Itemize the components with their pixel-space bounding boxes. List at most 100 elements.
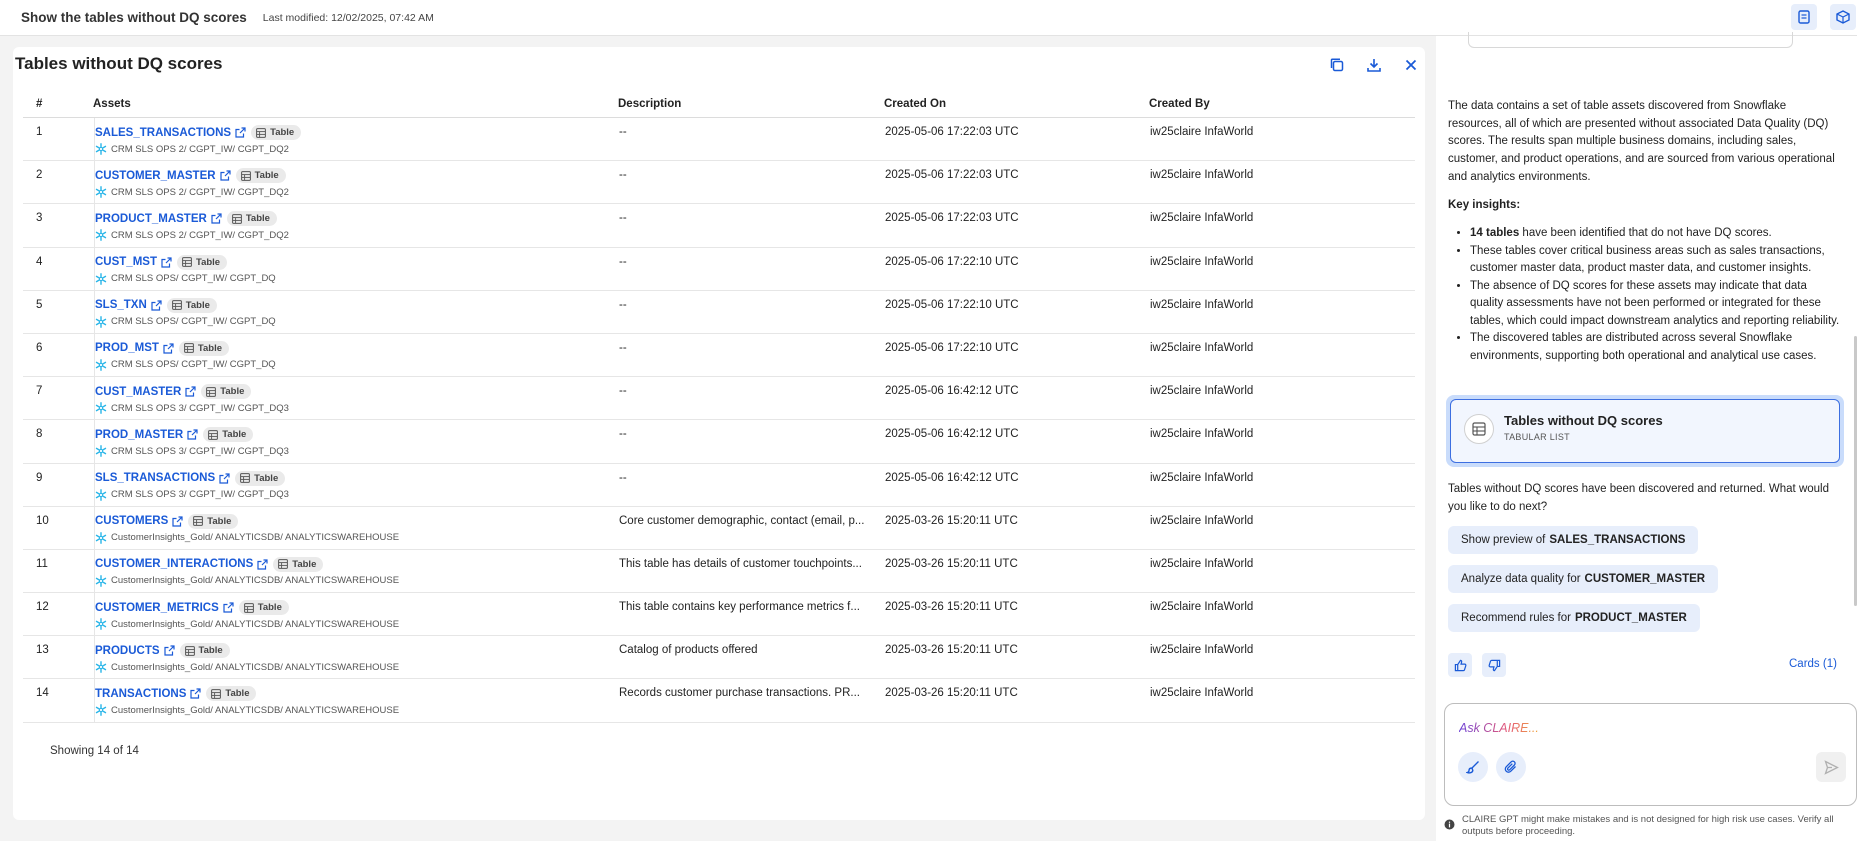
row-number: 1 [36, 126, 43, 138]
asset-link[interactable]: CUSTOMER_MASTER [95, 170, 216, 182]
table-row[interactable]: 11 CUSTOMER_INTERACTIONS Table CustomerInsi… [23, 549, 1415, 594]
asset-link[interactable]: CUST_MST [95, 256, 157, 268]
created-on-cell: 2025-05-06 17:22:10 UTC [885, 341, 1019, 354]
asset-path: CRM SLS OPS 3/ CGPT_IW/ CGPT_DQ3 [111, 402, 289, 414]
asset-cell: PROD_MASTER Table CRM SLS OPS 3/ CGPT_IW/ … [95, 427, 289, 458]
table-row[interactable]: 8 PROD_MASTER Table CRM SLS OPS 3/ CGPT_IW/… [23, 420, 1415, 464]
table-row[interactable]: 10 CUSTOMERS Table CustomerInsights_Gold/ A… [23, 506, 1415, 550]
asset-link[interactable]: PROD_MASTER [95, 429, 183, 441]
created-by-cell: iw25claire InfaWorld [1150, 644, 1254, 657]
snowflake-icon [95, 661, 107, 674]
external-link-icon[interactable] [161, 256, 172, 268]
copy-icon[interactable] [1323, 51, 1351, 79]
asset-link[interactable]: SLS_TXN [95, 299, 147, 311]
insight-item: The discovered tables are distributed ac… [1470, 330, 1843, 365]
download-icon[interactable] [1360, 51, 1388, 79]
asset-path: CustomerInsights_Gold/ ANALYTICSDB/ ANAL… [111, 704, 400, 716]
table-row[interactable]: 1 SALES_TRANSACTIONS Table CRM SLS OPS 2/ C… [23, 118, 1415, 162]
asset-link[interactable]: PROD_MST [95, 342, 159, 354]
asset-link[interactable]: CUSTOMERS [95, 515, 168, 527]
external-link-icon[interactable] [163, 645, 175, 656]
brush-icon[interactable] [1458, 752, 1488, 782]
table-row[interactable]: 4 CUST_MST Table CRM SLS OPS/ CGPT_IW/ CGPT… [23, 247, 1415, 291]
send-icon[interactable] [1816, 752, 1846, 782]
row-number: 8 [36, 428, 43, 441]
col-header-assets[interactable]: Assets [93, 98, 131, 110]
table-row[interactable]: 3 PRODUCT_MASTER Table CRM SLS OPS 2/ CGPT_… [23, 204, 1415, 248]
external-link-icon[interactable] [223, 602, 234, 613]
description-cell: -- [619, 126, 627, 138]
claire-chat-panel: The data contains a set of table assets … [1436, 32, 1857, 841]
asset-cell: CUSTOMERS Table CustomerInsights_Gold/ ANA… [95, 513, 399, 544]
result-card[interactable]: Tables without DQ scores TABULAR LIST [1446, 395, 1844, 467]
disclaimer-text: CLAIRE GPT might make mistakes and is no… [1462, 814, 1834, 837]
snowflake-icon [95, 186, 107, 199]
suggestion-analyze-button[interactable]: Analyze data quality for CUSTOMER_MASTER [1448, 565, 1719, 593]
created-by-cell: iw25claire InfaWorld [1150, 687, 1254, 700]
asset-cell: PROD_MST Table CRM SLS OPS/ CGPT_IW/ CGPT_… [95, 340, 276, 371]
asset-cell: SALES_TRANSACTIONS Table CRM SLS OPS 2/ CG… [95, 125, 302, 155]
table-row[interactable]: 12 CUSTOMER_METRICS Table CustomerInsights_… [23, 593, 1415, 637]
col-header-description[interactable]: Description [618, 98, 681, 110]
suggestion-preview-button[interactable]: Show preview of SALES_TRANSACTIONS [1448, 526, 1699, 554]
external-link-icon[interactable] [172, 516, 183, 527]
external-link-icon[interactable] [187, 429, 198, 440]
created-on-cell: 2025-05-06 16:42:12 UTC [885, 428, 1019, 441]
external-link-icon[interactable] [235, 127, 246, 138]
ask-claire-input[interactable]: Ask CLAIRE... [1459, 721, 1539, 735]
snowflake-icon [95, 272, 107, 285]
cards-link[interactable]: Cards (1) [1789, 658, 1837, 670]
external-link-icon[interactable] [163, 343, 174, 354]
description-cell: This table contains key performance metr… [619, 601, 860, 614]
row-number: 12 [36, 601, 49, 614]
row-number: 4 [36, 255, 43, 268]
asset-cell: TRANSACTIONS Table CustomerInsights_Gold/ … [95, 686, 400, 717]
table-type-badge: Table [203, 427, 254, 443]
close-icon[interactable] [1397, 51, 1425, 79]
cube-icon[interactable] [1830, 4, 1856, 30]
result-card-body[interactable]: Tables without DQ scores TABULAR LIST [1450, 399, 1840, 463]
document-icon[interactable] [1791, 4, 1817, 30]
table-row[interactable]: 2 CUSTOMER_MASTER Table CRM SLS OPS 2/ CGPT… [23, 161, 1415, 205]
table-row[interactable]: 5 SLS_TXN Table CRM SLS OPS/ CGPT_IW/ CGPT_… [23, 290, 1415, 334]
snowflake-icon [95, 618, 107, 630]
row-number: 6 [36, 341, 43, 354]
asset-link[interactable]: SLS_TRANSACTIONS [95, 472, 215, 484]
created-on-cell: 2025-05-06 17:22:10 UTC [885, 255, 1019, 268]
table-row[interactable]: 14 TRANSACTIONS Table CustomerInsights_Gold… [23, 679, 1415, 723]
asset-link[interactable]: PRODUCT_MASTER [95, 213, 207, 225]
asset-link[interactable]: SALES_TRANSACTIONS [95, 127, 231, 139]
table-list-icon [1464, 414, 1494, 444]
external-link-icon[interactable] [211, 213, 222, 224]
external-link-icon[interactable] [190, 688, 201, 700]
asset-link[interactable]: PRODUCTS [95, 645, 160, 657]
col-header-created-by[interactable]: Created By [1149, 98, 1210, 110]
ask-claire-box[interactable]: Ask CLAIRE... [1444, 703, 1857, 806]
created-on-cell: 2025-03-26 15:20:11 UTC [885, 514, 1018, 527]
page-title: Show the tables without DQ scores [21, 10, 247, 25]
asset-cell: SLS_TRANSACTIONS Table CRM SLS OPS 3/ CGPT… [95, 470, 289, 501]
table-row[interactable]: 9 SLS_TRANSACTIONS Table CRM SLS OPS 3/ CGP… [23, 463, 1415, 507]
thumbs-up-icon[interactable] [1448, 653, 1472, 677]
external-link-icon[interactable] [151, 300, 162, 311]
external-link-icon[interactable] [219, 472, 230, 484]
description-cell: This table has details of customer touch… [619, 557, 862, 570]
table-row[interactable]: 7 CUST_MASTER Table CRM SLS OPS 3/ CGPT_IW/… [23, 377, 1415, 421]
col-header-created-on[interactable]: Created On [884, 98, 946, 110]
asset-link[interactable]: CUSTOMER_INTERACTIONS [95, 558, 253, 570]
summary-text: The data contains a set of table assets … [1448, 100, 1835, 183]
asset-link[interactable]: TRANSACTIONS [95, 688, 186, 700]
asset-link[interactable]: CUSTOMER_METRICS [95, 602, 219, 614]
attachment-icon[interactable] [1496, 752, 1526, 782]
external-link-icon[interactable] [219, 170, 231, 181]
external-link-icon[interactable] [185, 386, 196, 397]
thumbs-down-icon[interactable] [1482, 653, 1506, 677]
asset-path: CustomerInsights_Gold/ ANALYTICSDB/ ANAL… [111, 618, 400, 630]
row-number: 2 [36, 169, 43, 182]
table-row[interactable]: 13 PRODUCTS Table CustomerInsights_Gold/ AN… [23, 636, 1415, 680]
table-row[interactable]: 6 PROD_MST Table CRM SLS OPS/ CGPT_IW/ CGPT… [23, 333, 1415, 378]
asset-cell: SLS_TXN Table CRM SLS OPS/ CGPT_IW/ CGPT_D… [95, 297, 276, 328]
suggestion-recommend-button[interactable]: Recommend rules for PRODUCT_MASTER [1448, 604, 1700, 632]
asset-link[interactable]: CUST_MASTER [95, 386, 181, 398]
external-link-icon[interactable] [257, 559, 268, 570]
